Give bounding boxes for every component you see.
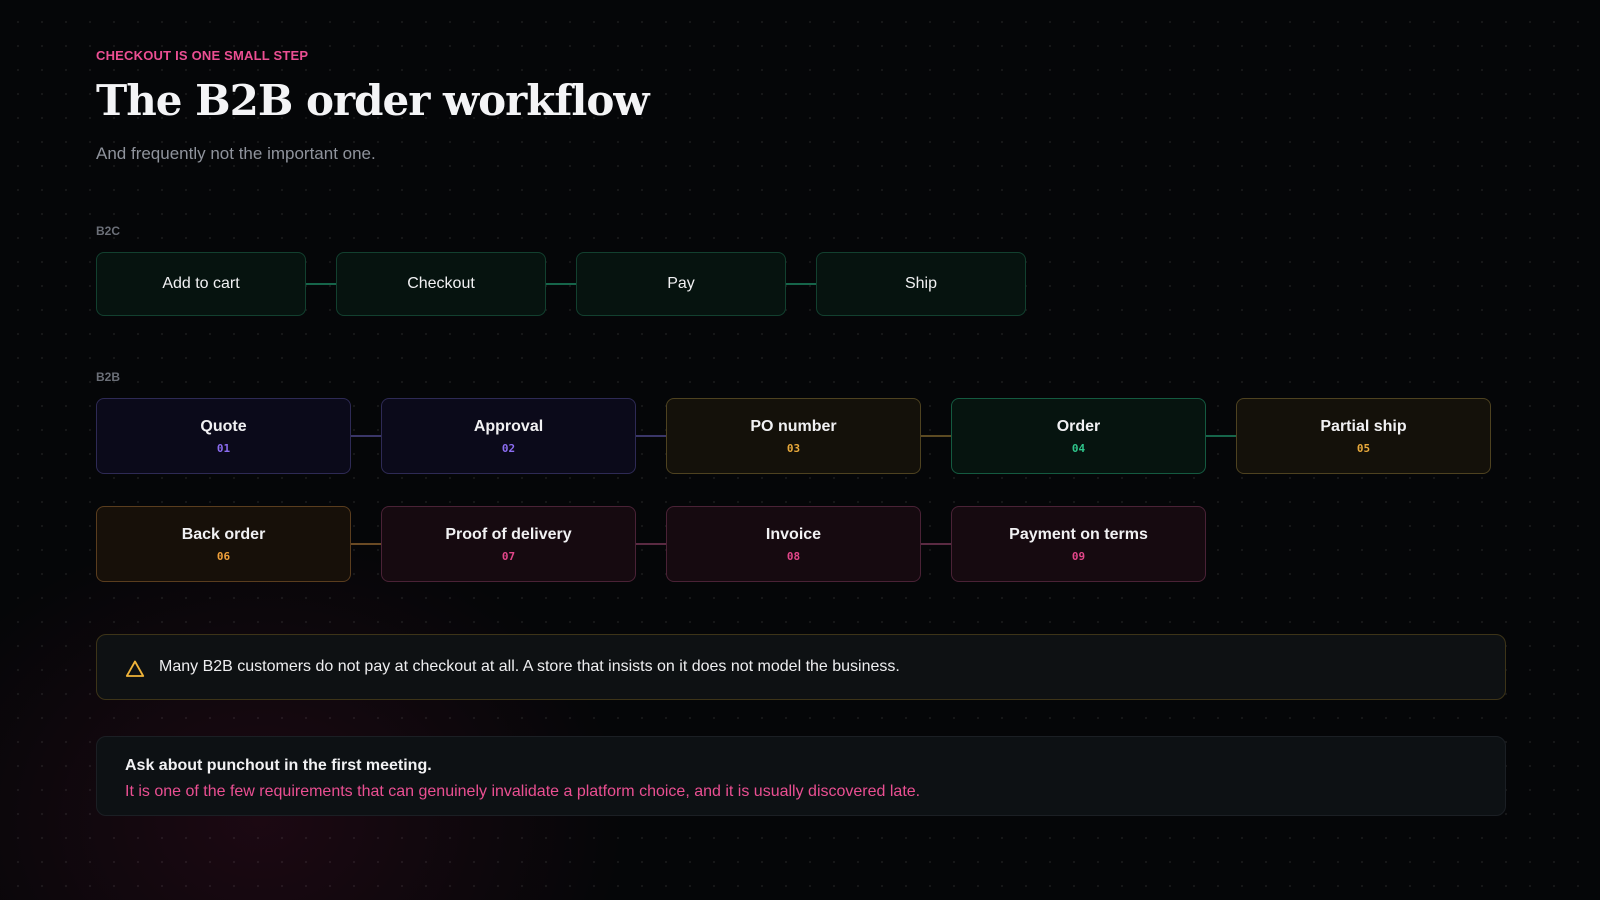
step-number: 03 [786,441,801,455]
step-label: Partial ship [1320,417,1407,435]
section-label-b2b: B2B [96,370,121,384]
step-number: 04 [1071,441,1086,455]
warning-triangle-icon [125,660,145,677]
step-number: 01 [216,441,231,455]
connector [636,543,666,545]
step-label: Pay [667,275,695,292]
tip-body: It is one of the few requirements that c… [125,783,921,800]
step-label: Quote [200,417,247,435]
step-label: Payment on terms [1009,525,1148,543]
step-number: 09 [1071,549,1086,563]
tip-callout: Ask about punchout in the first meeting.… [96,736,1506,816]
b2b-step-quote: Quote 01 [96,398,351,474]
step-label: PO number [750,417,837,435]
b2b-step-approval: Approval 02 [381,398,636,474]
b2b-step-payment-on-terms: Payment on terms 09 [951,506,1206,582]
step-number: 02 [501,441,516,455]
connector [306,283,336,285]
eyebrow: CHECKOUT IS ONE SMALL STEP [96,48,309,63]
page-title: The B2B order workflow [96,76,650,125]
b2b-step-partial-ship: Partial ship 05 [1236,398,1491,474]
connector [546,283,576,285]
connector [1206,435,1236,437]
b2b-step-back-order: Back order 06 [96,506,351,582]
step-number: 06 [216,549,231,563]
warning-callout: Many B2B customers do not pay at checkou… [96,634,1506,700]
b2c-step-pay: Pay [576,252,786,316]
b2b-flow-row-2: Back order 06 Proof of delivery 07 Invoi… [96,506,1206,582]
step-number: 07 [501,549,516,563]
b2b-step-po-number: PO number 03 [666,398,921,474]
connector [636,435,666,437]
step-label: Checkout [407,275,475,292]
step-label: Order [1056,417,1101,435]
step-number: 08 [786,549,801,563]
step-label: Invoice [765,525,822,543]
b2c-flow: Add to cart Checkout Pay Ship [96,252,1026,316]
warning-text: Many B2B customers do not pay at checkou… [159,658,900,675]
connector [786,283,816,285]
step-label: Back order [181,525,266,543]
page-subtitle: And frequently not the important one. [96,144,376,163]
connector [921,543,951,545]
step-label: Ship [904,275,938,292]
b2c-step-ship: Ship [816,252,1026,316]
b2b-flow-row-1: Quote 01 Approval 02 PO number 03 Order … [96,398,1491,474]
b2c-step-add-to-cart: Add to cart [96,252,306,316]
tip-heading: Ask about punchout in the first meeting. [125,757,432,774]
b2b-step-invoice: Invoice 08 [666,506,921,582]
connector [351,435,381,437]
step-label: Add to cart [162,275,240,292]
connector [921,435,951,437]
connector [351,543,381,545]
b2c-step-checkout: Checkout [336,252,546,316]
b2b-step-proof-of-delivery: Proof of delivery 07 [381,506,636,582]
b2b-step-order: Order 04 [951,398,1206,474]
step-number: 05 [1356,441,1371,455]
step-label: Proof of delivery [445,525,572,543]
step-label: Approval [473,417,544,435]
section-label-b2c: B2C [96,224,121,238]
